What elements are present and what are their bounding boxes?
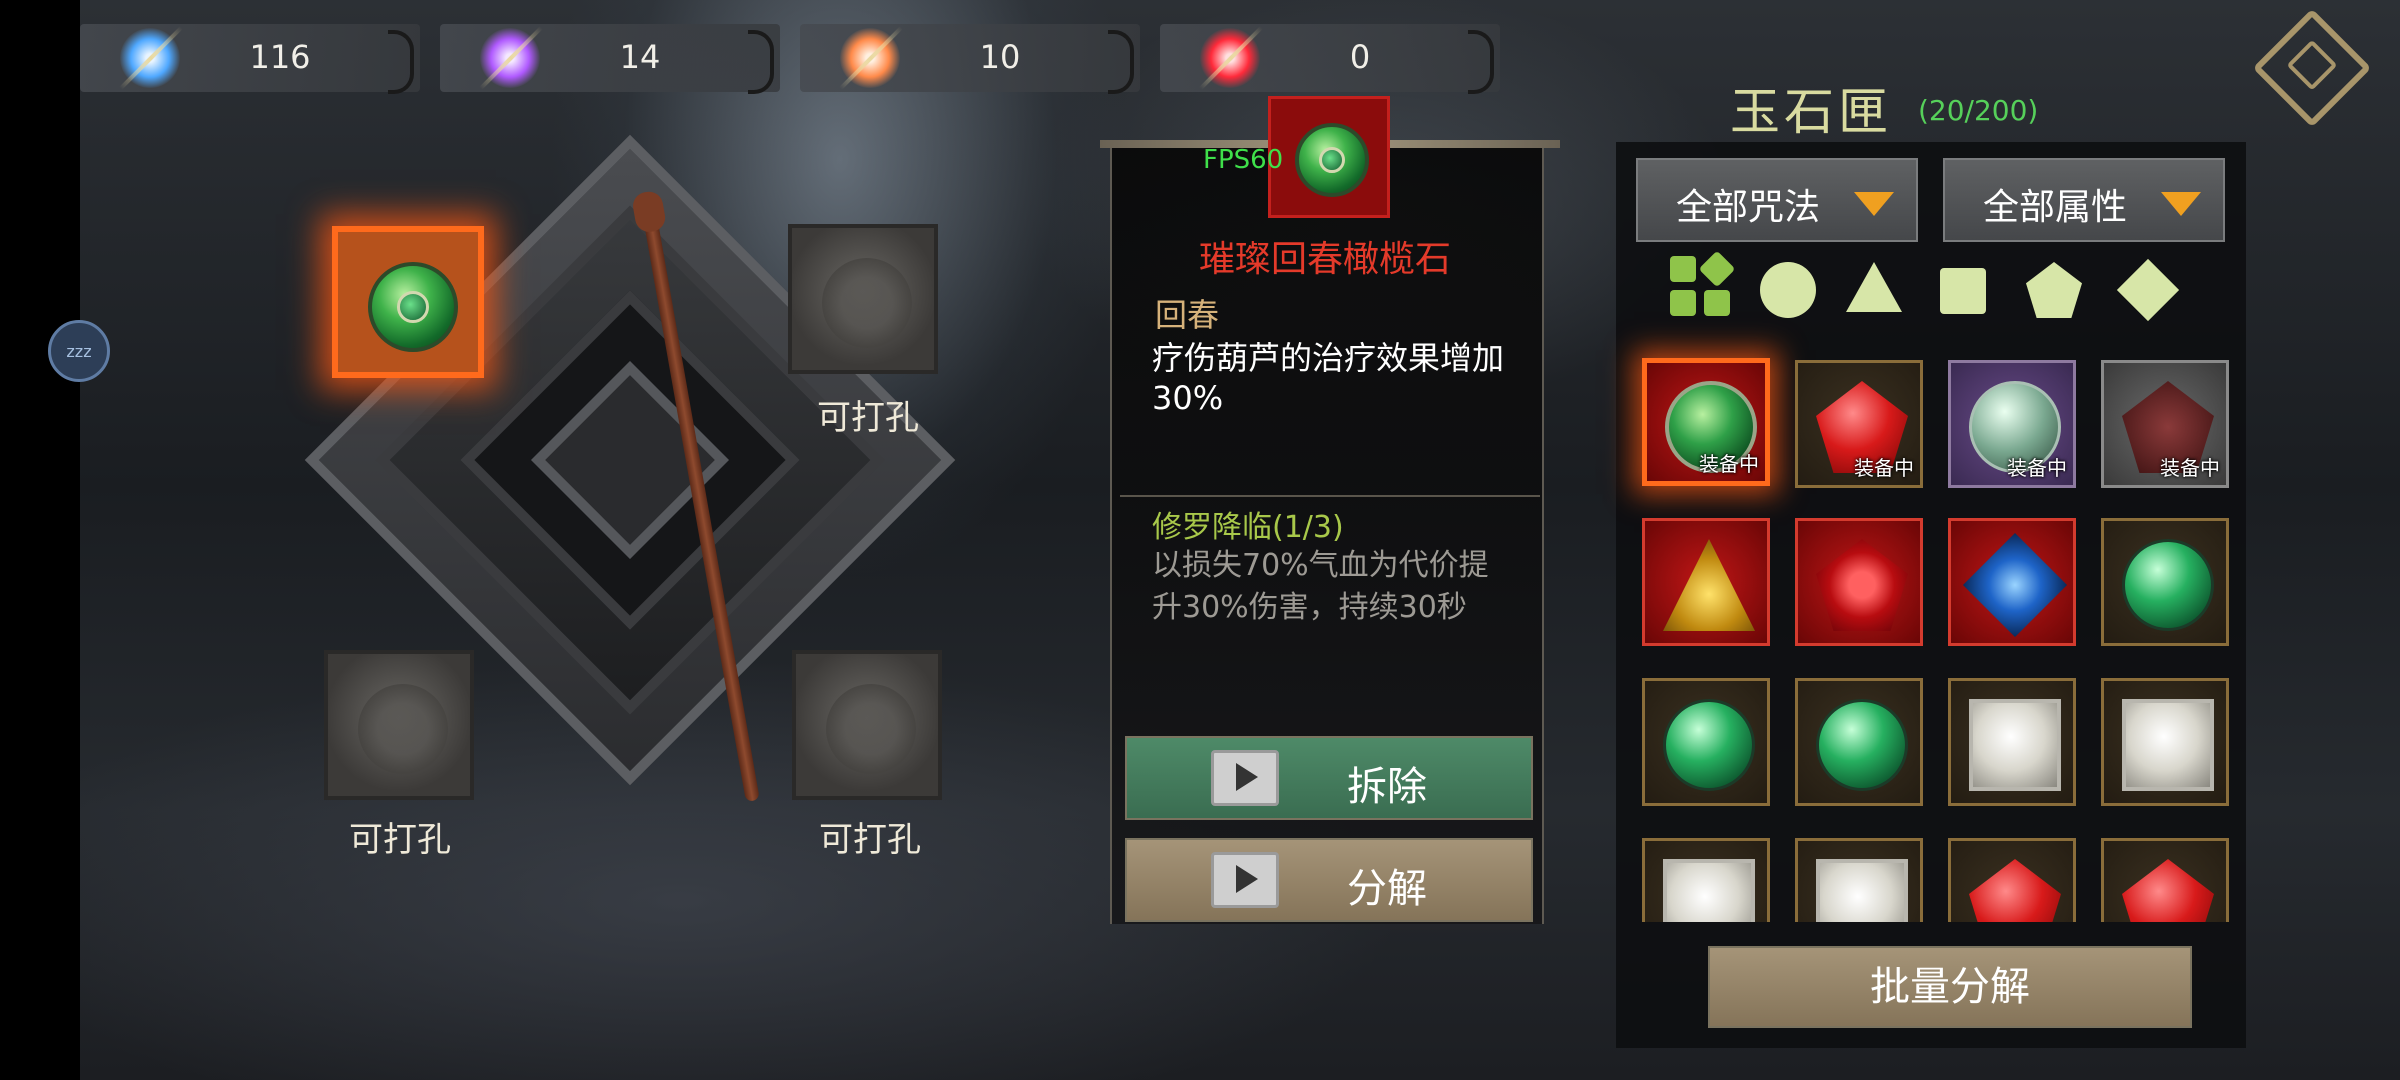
inventory-slot[interactable]	[1642, 518, 1770, 646]
inventory-slot[interactable]: 装备中	[1948, 360, 2076, 488]
socket-slot-top-right[interactable]	[788, 224, 938, 374]
hook-icon	[388, 30, 414, 94]
inventory-slot[interactable]	[2101, 518, 2229, 646]
filter-circle-icon[interactable]	[1760, 262, 1816, 318]
socket-bottom-right-label: 可打孔	[819, 820, 921, 860]
equipped-tag: 装备中	[1854, 456, 1914, 480]
blue-crystal-icon	[120, 28, 180, 88]
ruby-gem-icon	[1816, 539, 1908, 631]
batch-decompose-button[interactable]: 批量分解	[1708, 946, 2192, 1028]
chevron-down-icon	[2161, 192, 2201, 216]
red-crystal-icon	[1200, 28, 1260, 88]
filter-square-icon[interactable]	[1940, 268, 1986, 314]
filter-all-shapes-icon[interactable]	[1670, 250, 1736, 320]
remove-button-label: 拆除	[1347, 764, 1427, 810]
gem-effect-description: 疗伤葫芦的治疗效果增加30%	[1152, 339, 1505, 417]
gem-set-description: 以损失70%气血为代价提升30%伤害，持续30秒	[1152, 548, 1489, 625]
video-ad-icon	[1211, 852, 1279, 908]
purple-crystal-icon	[480, 28, 540, 88]
fps-counter: FPS60	[1203, 145, 1284, 175]
socket-slot-equipped[interactable]	[332, 226, 484, 378]
gem-set-name: 修罗降临(1/3)	[1152, 510, 1344, 545]
ruby-gem-icon	[2122, 859, 2214, 922]
left-edge-bar	[0, 0, 80, 1080]
currency-red: 0	[1160, 24, 1500, 94]
inventory-slot[interactable]	[1795, 838, 1923, 922]
gem-name: 璀璨回春橄榄石	[1198, 239, 1451, 280]
white-jade-icon	[1816, 859, 1908, 922]
equipped-tag: 装备中	[2160, 456, 2220, 480]
spell-filter-label: 全部咒法	[1676, 187, 1821, 228]
inventory-slot[interactable]	[1642, 838, 1770, 922]
chevron-down-icon	[1854, 192, 1894, 216]
hook-icon	[1468, 30, 1494, 94]
gem-effect-title: 回春	[1155, 296, 1220, 334]
attribute-filter-dropdown[interactable]: 全部属性	[1943, 158, 2225, 242]
socket-bottom-left-label: 可打孔	[349, 820, 451, 860]
currency-orange: 10	[800, 24, 1140, 94]
attribute-filter-label: 全部属性	[1983, 187, 2128, 228]
emerald-gem-icon	[1816, 699, 1908, 791]
currency-blue: 116	[80, 24, 420, 94]
spell-filter-dropdown[interactable]: 全部咒法	[1636, 158, 1918, 242]
inventory-slot[interactable]	[2101, 838, 2229, 922]
inventory-slot[interactable]	[1642, 678, 1770, 806]
ruby-gem-icon	[1969, 859, 2061, 922]
sleep-badge[interactable]: zzz	[48, 320, 110, 382]
currency-red-value: 0	[1349, 38, 1371, 76]
hook-icon	[1108, 30, 1134, 94]
currency-purple-value: 14	[619, 38, 661, 76]
inventory-count: (20/200)	[1918, 94, 2039, 127]
lion-face-icon	[358, 684, 448, 774]
white-jade-icon	[2122, 699, 2214, 791]
lion-face-icon	[822, 258, 912, 348]
inventory-slot[interactable]	[1795, 678, 1923, 806]
topaz-gem-icon	[1663, 539, 1755, 631]
white-jade-icon	[1663, 859, 1755, 922]
inventory-slot[interactable]	[1795, 518, 1923, 646]
inventory-slot[interactable]: 装备中	[1795, 360, 1923, 488]
currency-blue-value: 116	[249, 38, 311, 76]
currency-purple: 14	[440, 24, 780, 94]
inventory-slot[interactable]	[1948, 838, 2076, 922]
currency-orange-value: 10	[979, 38, 1021, 76]
detail-gem-frame	[1268, 96, 1390, 218]
decompose-button[interactable]: 分解	[1125, 838, 1533, 922]
inventory-slot[interactable]	[1948, 518, 2076, 646]
sapphire-gem-icon	[1962, 532, 2068, 638]
jade-gem-icon	[368, 262, 458, 352]
emerald-gem-icon	[1663, 699, 1755, 791]
socket-top-right-label: 可打孔	[817, 398, 919, 438]
socket-slot-bottom-right[interactable]	[792, 650, 942, 800]
inventory-title: 玉石匣	[1730, 83, 1892, 141]
inventory-slot[interactable]: 装备中	[2101, 360, 2229, 488]
filter-triangle-icon[interactable]	[1846, 262, 1902, 312]
white-jade-icon	[1969, 699, 2061, 791]
inventory-slot[interactable]	[2101, 678, 2229, 806]
remove-button[interactable]: 拆除	[1125, 736, 1533, 820]
inventory-row-clipped	[1630, 830, 2240, 922]
socket-slot-bottom-left[interactable]	[324, 650, 474, 800]
inventory-slot[interactable]	[1948, 678, 2076, 806]
emerald-gem-icon	[2122, 539, 2214, 631]
lion-face-icon	[826, 684, 916, 774]
decompose-button-label: 分解	[1347, 866, 1427, 912]
orange-crystal-icon	[840, 28, 900, 88]
inventory-slot[interactable]: 装备中	[1642, 358, 1770, 486]
video-ad-icon	[1211, 750, 1279, 806]
divider	[1120, 495, 1540, 497]
equipped-tag: 装备中	[1699, 452, 1759, 476]
hook-icon	[748, 30, 774, 94]
jade-gem-icon	[1295, 123, 1369, 197]
equipped-tag: 装备中	[2007, 456, 2067, 480]
